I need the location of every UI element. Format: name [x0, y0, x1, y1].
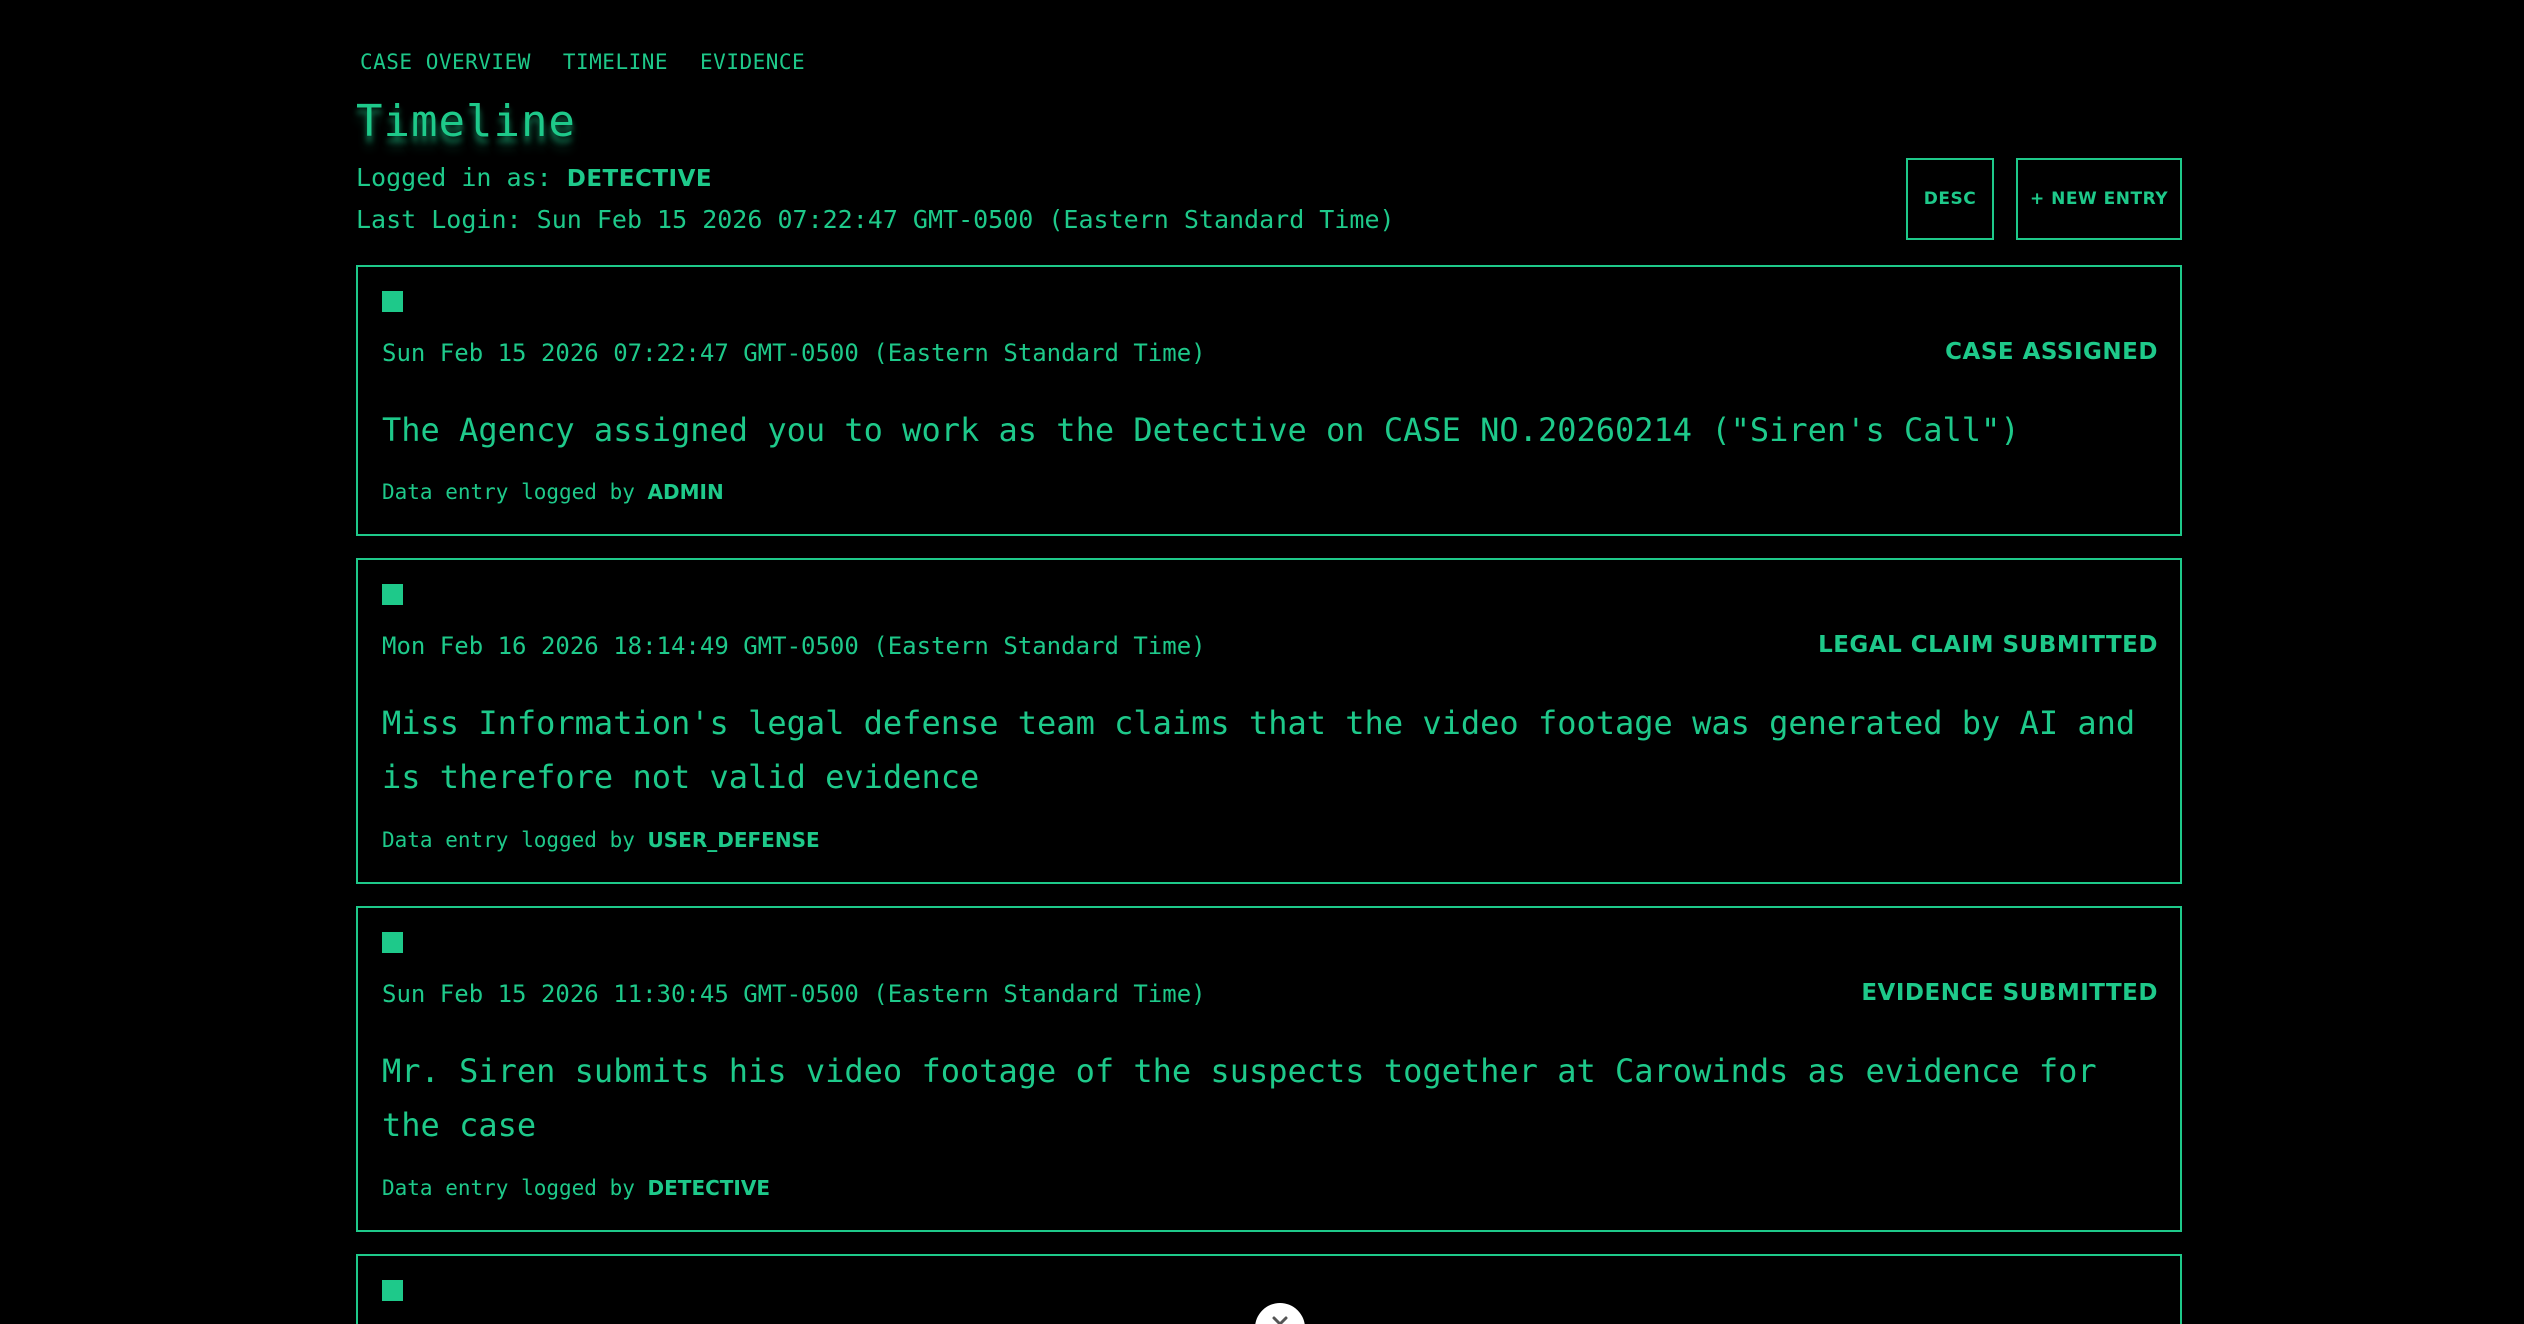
square-marker-icon — [382, 291, 403, 312]
last-login-value: Sun Feb 15 2026 07:22:47 GMT-0500 (Easte… — [536, 205, 1395, 234]
square-marker-icon — [382, 932, 403, 953]
timeline-entry: Sun Feb 15 2026 07:22:47 GMT-0500 (Easte… — [356, 265, 2182, 536]
last-login-line: Last Login: Sun Feb 15 2026 07:22:47 GMT… — [356, 205, 1395, 234]
logged-by-user: DETECTIVE — [647, 1176, 771, 1200]
entry-timestamp: Mon Feb 16 2026 18:14:49 GMT-0500 (Easte… — [382, 632, 1206, 660]
entry-timestamp: Sun Feb 15 2026 07:22:47 GMT-0500 (Easte… — [382, 339, 1206, 367]
sort-order-button[interactable]: DESC — [1906, 158, 1994, 240]
entry-logged-by: Data entry logged by ADMIN — [382, 480, 724, 504]
square-marker-icon — [382, 584, 403, 605]
square-marker-icon — [382, 1280, 403, 1301]
entry-timestamp: Sun Feb 15 2026 11:30:45 GMT-0500 (Easte… — [382, 980, 1206, 1008]
logged-by-user: ADMIN — [647, 480, 724, 504]
logged-in-prefix: Logged in as: — [356, 163, 552, 192]
logged-by-prefix: Data entry logged by — [382, 1176, 635, 1200]
entry-logged-by: Data entry logged by USER_DEFENSE — [382, 828, 820, 852]
logged-in-line: Logged in as: DETECTIVE — [356, 163, 712, 192]
nav-evidence[interactable]: EVIDENCE — [700, 50, 805, 74]
timeline-entry: Sun Feb 15 2026 11:30:45 GMT-0500 (Easte… — [356, 906, 2182, 1232]
logged-by-user: USER_DEFENSE — [647, 828, 820, 852]
close-icon — [1272, 1316, 1288, 1324]
entry-type: LEGAL CLAIM SUBMITTED — [1818, 632, 2158, 658]
logged-by-prefix: Data entry logged by — [382, 828, 635, 852]
logged-in-user: DETECTIVE — [566, 166, 713, 192]
timeline-entry: Mon Feb 16 2026 18:14:49 GMT-0500 (Easte… — [356, 558, 2182, 884]
nav-timeline[interactable]: TIMELINE — [563, 50, 668, 74]
last-login-prefix: Last Login: — [356, 205, 522, 234]
entry-description: Mr. Siren submits his video footage of t… — [382, 1052, 2097, 1144]
entry-logged-by: Data entry logged by DETECTIVE — [382, 1176, 770, 1200]
new-entry-button[interactable]: + NEW ENTRY — [2016, 158, 2182, 240]
nav-case-overview[interactable]: CASE OVERVIEW — [360, 50, 531, 74]
page-title: Timeline — [356, 96, 576, 147]
entry-description: Miss Information's legal defense team cl… — [382, 704, 2136, 796]
entry-type: EVIDENCE SUBMITTED — [1861, 980, 2158, 1006]
entry-description: The Agency assigned you to work as the D… — [382, 411, 2020, 449]
logged-by-prefix: Data entry logged by — [382, 480, 635, 504]
top-nav: CASE OVERVIEW TIMELINE EVIDENCE — [360, 50, 805, 74]
entry-type: CASE ASSIGNED — [1945, 339, 2158, 365]
